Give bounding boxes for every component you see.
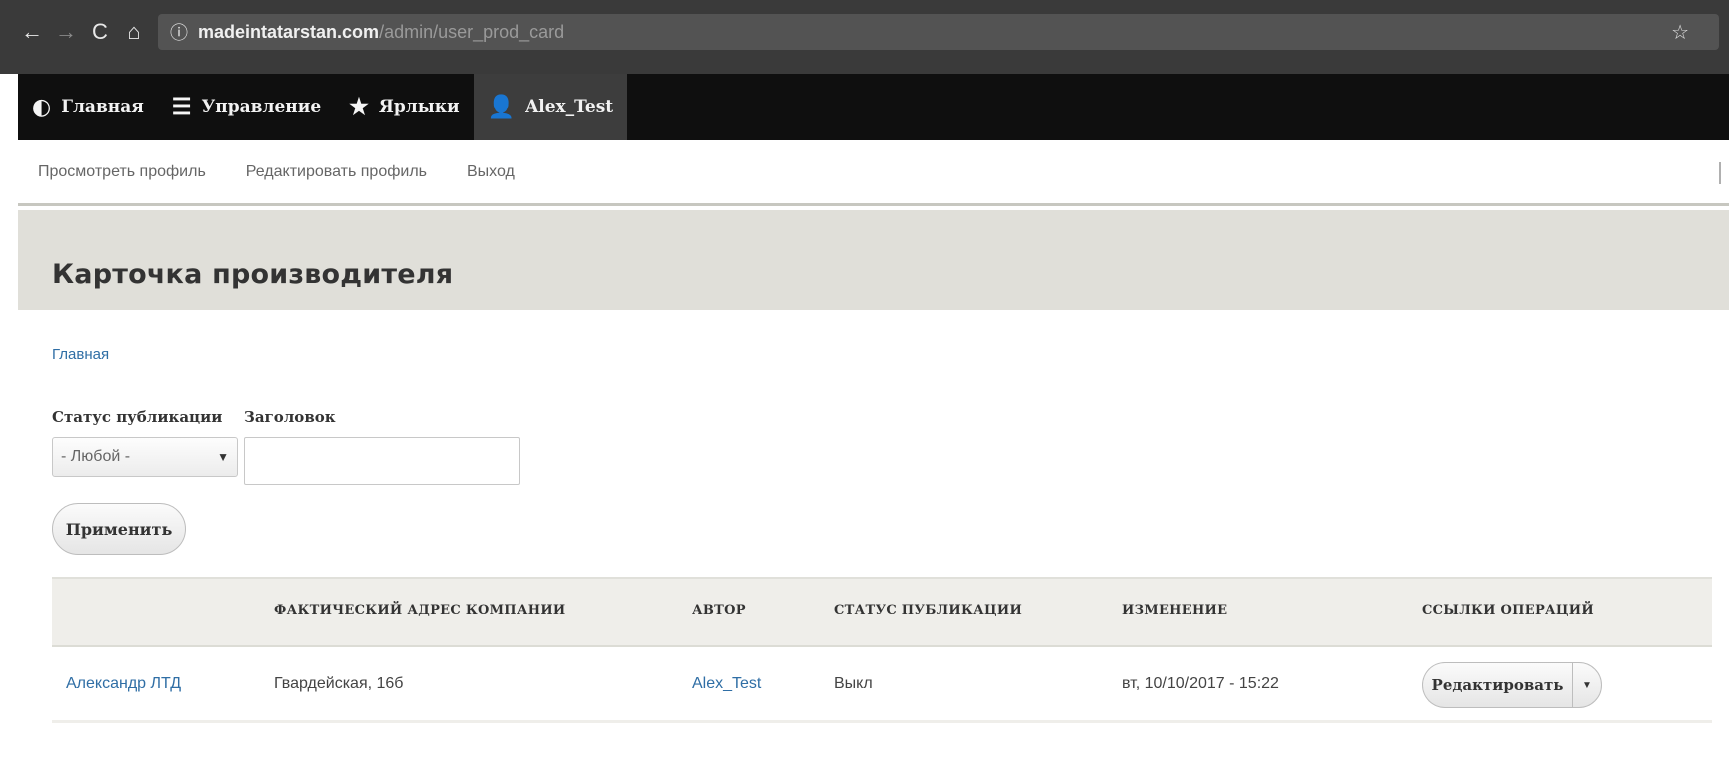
column-header-operations: ССЫЛКИ ОПЕРАЦИЙ	[1422, 603, 1594, 618]
star-icon: ★	[349, 94, 369, 120]
row-author-link[interactable]: Alex_Test	[692, 675, 761, 693]
toolbar-item-manage[interactable]: ☰ Управление	[158, 74, 335, 140]
menu-icon: ☰	[171, 94, 192, 120]
info-icon[interactable]: ⓘ	[170, 19, 188, 45]
home-icon[interactable]: ⌂	[120, 18, 148, 46]
row-address: Гвардейская, 16б	[274, 675, 404, 692]
toolbar-item-label: Alex_Test	[525, 97, 614, 117]
tray-orientation-toggle[interactable]	[1719, 162, 1721, 184]
drupal-icon: ◐	[32, 94, 52, 120]
column-header-status[interactable]: СТАТУС ПУБЛИКАЦИИ	[834, 603, 1022, 618]
status-select[interactable]: - Любой - ▼	[52, 437, 238, 477]
edit-profile-link[interactable]: Редактировать профиль	[246, 163, 427, 181]
operations-dropbutton: Редактировать ▼	[1422, 662, 1602, 708]
status-filter-label: Статус публикации	[52, 408, 223, 426]
page-header: Карточка производителя	[18, 210, 1729, 310]
browser-toolbar: ← → C ⌂ ⓘ madeintatarstan.com /admin/use…	[0, 0, 1729, 74]
bookmark-star-icon[interactable]: ☆	[1671, 20, 1689, 45]
column-header-author[interactable]: АВТОР	[692, 603, 746, 618]
toolbar-item-shortcuts[interactable]: ★ Ярлыки	[335, 74, 474, 140]
back-icon[interactable]: ←	[18, 18, 46, 46]
title-input[interactable]	[244, 437, 520, 485]
toolbar-item-label: Главная	[61, 97, 144, 117]
row-changed: вт, 10/10/2017 - 15:22	[1122, 675, 1279, 692]
breadcrumb[interactable]: Главная	[52, 346, 109, 363]
toolbar-item-label: Управление	[201, 97, 322, 117]
chevron-down-icon[interactable]: ▼	[1572, 662, 1602, 708]
toolbar-item-home[interactable]: ◐ Главная	[18, 74, 158, 140]
view-profile-link[interactable]: Просмотреть профиль	[38, 163, 206, 181]
row-status: Выкл	[834, 675, 873, 692]
url-path: /admin/user_prod_card	[379, 21, 565, 42]
chevron-down-icon: ▼	[217, 450, 229, 464]
table-row: Александр ЛТД Гвардейская, 16б Alex_Test…	[52, 649, 1712, 723]
admin-toolbar: ◐ Главная ☰ Управление ★ Ярлыки 👤 Alex_T…	[18, 74, 1729, 140]
edit-button[interactable]: Редактировать	[1422, 662, 1572, 708]
status-select-value: - Любой -	[61, 448, 131, 465]
title-filter-label: Заголовок	[244, 408, 336, 426]
toolbar-item-label: Ярлыки	[378, 97, 460, 117]
column-header-address[interactable]: ФАКТИЧЕСКИЙ АДРЕС КОМПАНИИ	[274, 603, 566, 618]
user-icon: 👤	[487, 94, 516, 120]
toolbar-item-user[interactable]: 👤 Alex_Test	[473, 74, 628, 140]
logout-link[interactable]: Выход	[467, 163, 515, 181]
page-title: Карточка производителя	[52, 259, 454, 290]
reload-icon[interactable]: C	[86, 18, 114, 46]
address-bar[interactable]: ⓘ madeintatarstan.com /admin/user_prod_c…	[158, 14, 1719, 50]
apply-button[interactable]: Применить	[52, 503, 186, 555]
row-name-link[interactable]: Александр ЛТД	[66, 675, 181, 693]
column-header-changed[interactable]: ИЗМЕНЕНИЕ	[1122, 603, 1227, 618]
user-tray: Просмотреть профиль Редактировать профил…	[18, 140, 1729, 206]
forward-icon[interactable]: →	[52, 18, 80, 46]
url-host: madeintatarstan.com	[198, 21, 380, 42]
table-header: ФАКТИЧЕСКИЙ АДРЕС КОМПАНИИ АВТОР СТАТУС …	[52, 577, 1712, 647]
